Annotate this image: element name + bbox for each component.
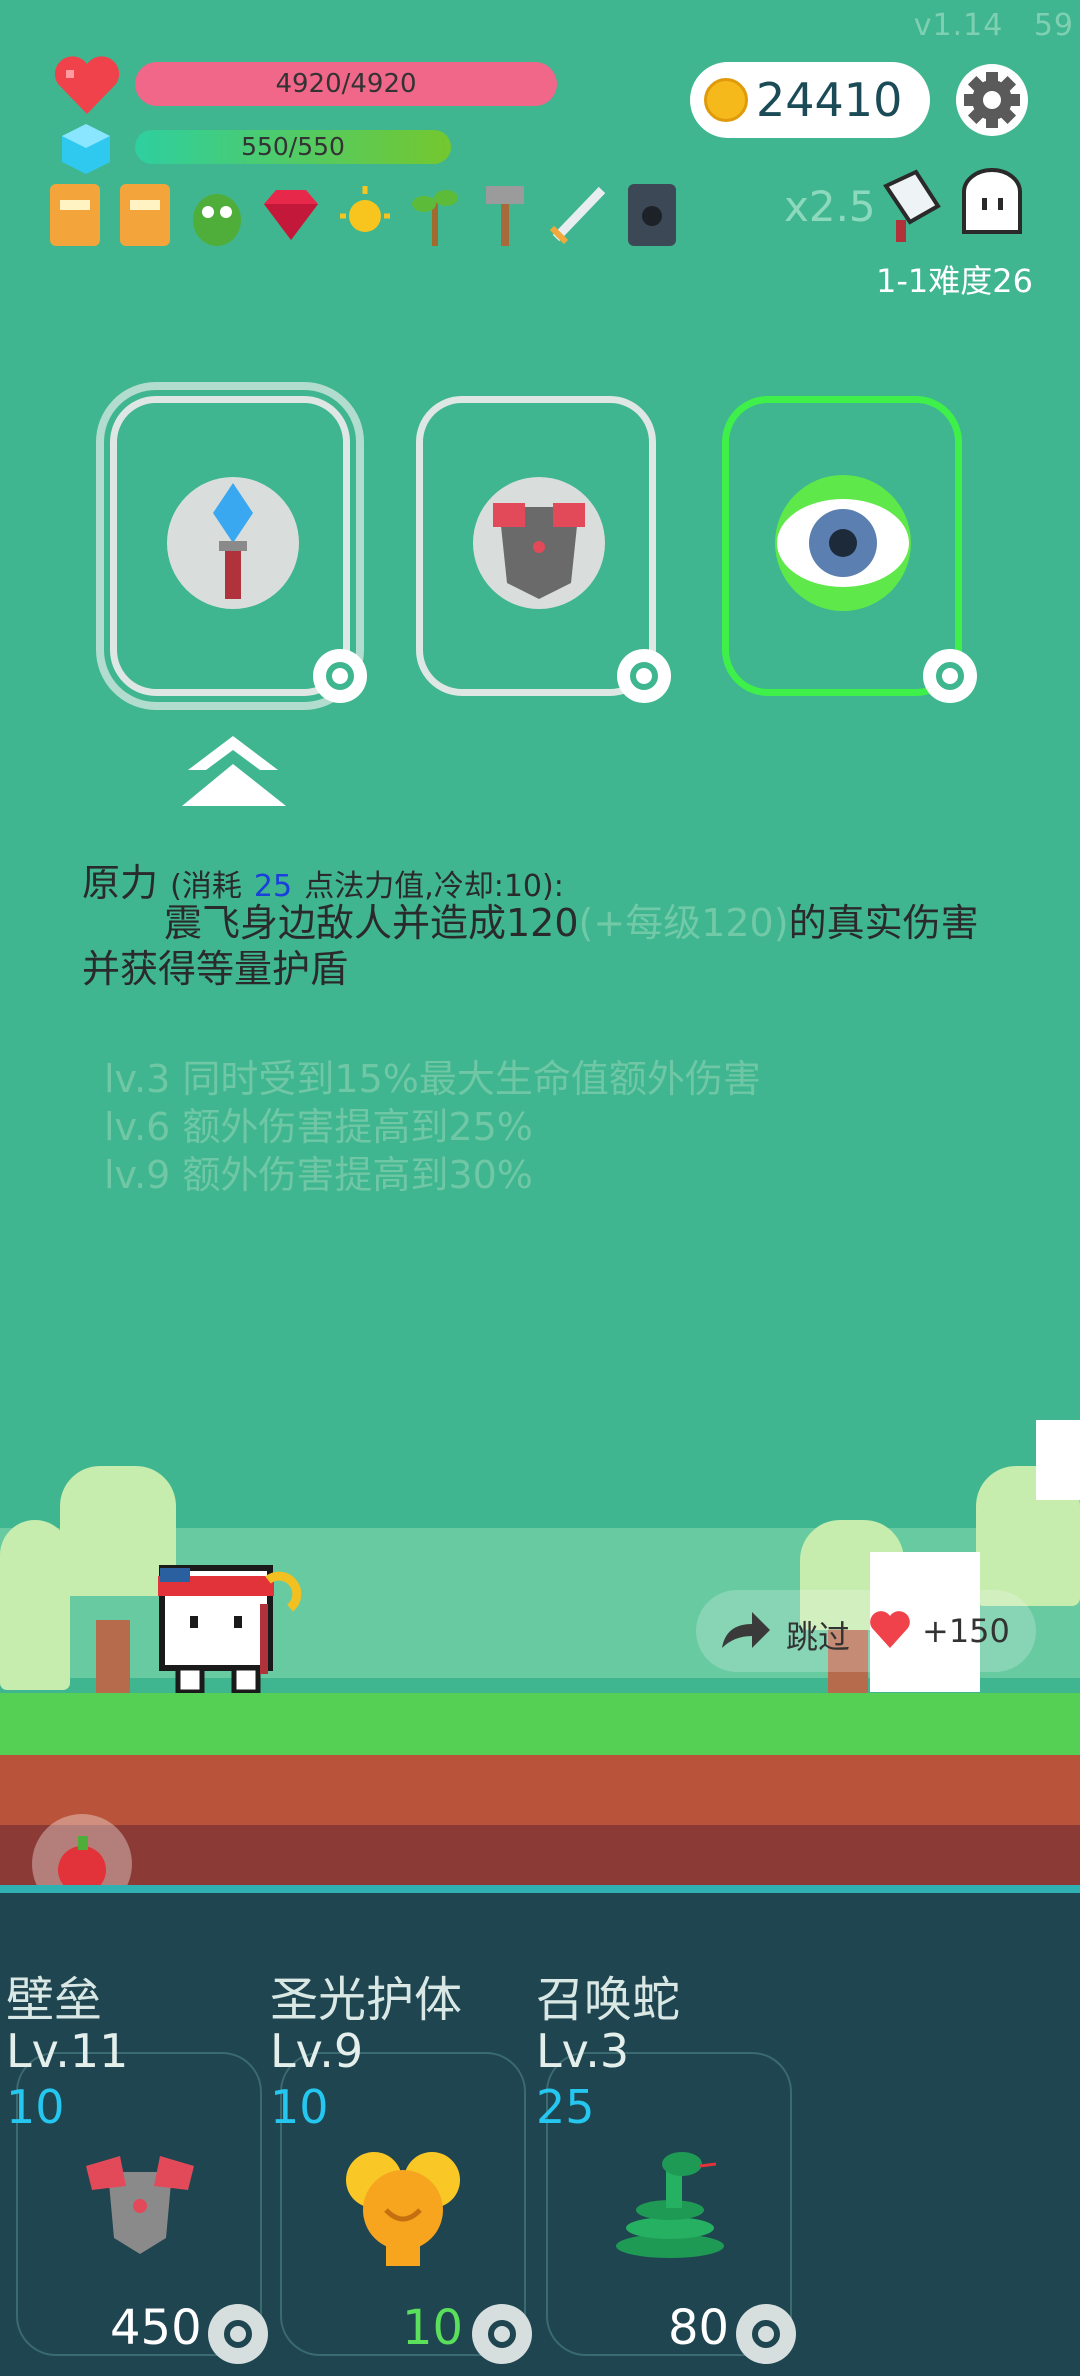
ghost-icon[interactable] xyxy=(956,168,1028,240)
heart-icon xyxy=(54,56,120,114)
skill-description: 震飞身边敌人并造成120(+每级120)的真实伤害并获得等量护盾 xyxy=(82,900,1002,992)
speed-multiplier[interactable]: x2.5 xyxy=(784,182,876,231)
version-label: v1.14 59 xyxy=(913,8,1074,43)
crystal-staff-icon xyxy=(167,477,299,609)
book-icon[interactable] xyxy=(116,182,174,248)
ruby-icon[interactable] xyxy=(258,182,318,248)
skip-label: 跳过 xyxy=(786,1618,851,1656)
refresh-icon[interactable] xyxy=(313,649,367,703)
skill-1-name: 壁垒 xyxy=(6,1972,103,2028)
skip-arrow-icon xyxy=(722,1612,770,1648)
grass-ground xyxy=(0,1693,1080,1755)
sword-icon[interactable] xyxy=(546,182,606,248)
settings-button[interactable] xyxy=(956,64,1028,136)
cleaver-icon[interactable] xyxy=(876,166,956,246)
armor-card[interactable] xyxy=(416,396,671,703)
panel-divider xyxy=(0,1885,1080,1893)
book-icon[interactable] xyxy=(46,182,104,248)
crystal-staff-card[interactable] xyxy=(96,382,367,710)
level-bonus-3: lv.3 同时受到15%最大生命值额外伤害 xyxy=(104,1057,761,1101)
heart-icon xyxy=(870,1611,910,1648)
skill-mana-cost: 25 xyxy=(253,869,293,904)
upgrade-gear-icon[interactable] xyxy=(472,2304,532,2364)
skill-3-price: 80 xyxy=(668,2300,730,2356)
mp-bar: 550/550 xyxy=(135,130,451,164)
skill-cost-suffix: 点法力值,冷却:10): xyxy=(304,869,564,904)
skill-1-level: Lv.11 xyxy=(6,2024,129,2078)
hammer-icon[interactable] xyxy=(476,182,534,248)
eye-icon xyxy=(775,475,911,611)
sapling-icon[interactable] xyxy=(406,182,464,248)
skill-cost-prefix: (消耗 xyxy=(170,869,242,904)
mana-crystal-icon xyxy=(62,124,110,174)
upgrade-gear-icon[interactable] xyxy=(736,2304,796,2364)
gear-icon xyxy=(964,72,1020,128)
skill-3-level: Lv.3 xyxy=(536,2024,630,2078)
skill-name: 原力 xyxy=(82,861,159,905)
refresh-icon[interactable] xyxy=(617,649,671,703)
cloud xyxy=(1036,1420,1080,1500)
skull-tome-icon[interactable] xyxy=(624,182,682,248)
coin-counter: 24410 xyxy=(690,62,930,138)
snake-icon xyxy=(616,2152,724,2258)
mp-text: 550/550 xyxy=(241,132,345,161)
tree-trunk xyxy=(96,1620,130,1694)
dirt-layer xyxy=(0,1755,1080,1825)
hp-text: 4920/4920 xyxy=(275,69,417,99)
armor-icon xyxy=(473,477,605,609)
coin-icon xyxy=(704,78,748,122)
description-scaling: (+每级120) xyxy=(578,901,789,945)
skip-button[interactable]: 跳过 +150 xyxy=(696,1590,1036,1672)
green-monster-icon[interactable] xyxy=(188,182,246,248)
stage-difficulty-label: 1-1难度26 xyxy=(876,262,1033,300)
selection-chevron-icon xyxy=(182,736,286,806)
skill-1-cost: 10 xyxy=(6,2080,65,2134)
skill-title: 原力 (消耗 25 点法力值,冷却:10): xyxy=(82,852,564,907)
sun-icon[interactable] xyxy=(336,182,394,248)
level-bonus-9: lv.9 额外伤害提高到30% xyxy=(104,1153,533,1197)
level-bonus-6: lv.6 额外伤害提高到25% xyxy=(104,1105,533,1149)
hp-bar: 4920/4920 xyxy=(135,62,557,106)
dirt-layer-deep xyxy=(0,1825,1080,1885)
skill-1-price: 450 xyxy=(110,2300,202,2356)
description-main: 震飞身边敌人并造成120 xyxy=(164,901,579,945)
eye-card[interactable] xyxy=(722,396,977,703)
skill-2-cost: 10 xyxy=(270,2080,329,2134)
skill-2-name: 圣光护体 xyxy=(270,1972,463,2028)
armor-icon xyxy=(86,2156,194,2254)
golden-shield-icon xyxy=(346,2152,460,2266)
player-character[interactable] xyxy=(150,1560,310,1696)
skill-3-cost: 25 xyxy=(536,2080,595,2134)
skip-reward: +150 xyxy=(922,1612,1010,1650)
skill-2-price: 10 xyxy=(402,2300,464,2356)
refresh-icon[interactable] xyxy=(923,649,977,703)
skill-3-name: 召唤蛇 xyxy=(536,1972,681,2028)
upgrade-gear-icon[interactable] xyxy=(208,2304,268,2364)
skill-2-level: Lv.9 xyxy=(270,2024,364,2078)
coin-value: 24410 xyxy=(756,73,903,127)
